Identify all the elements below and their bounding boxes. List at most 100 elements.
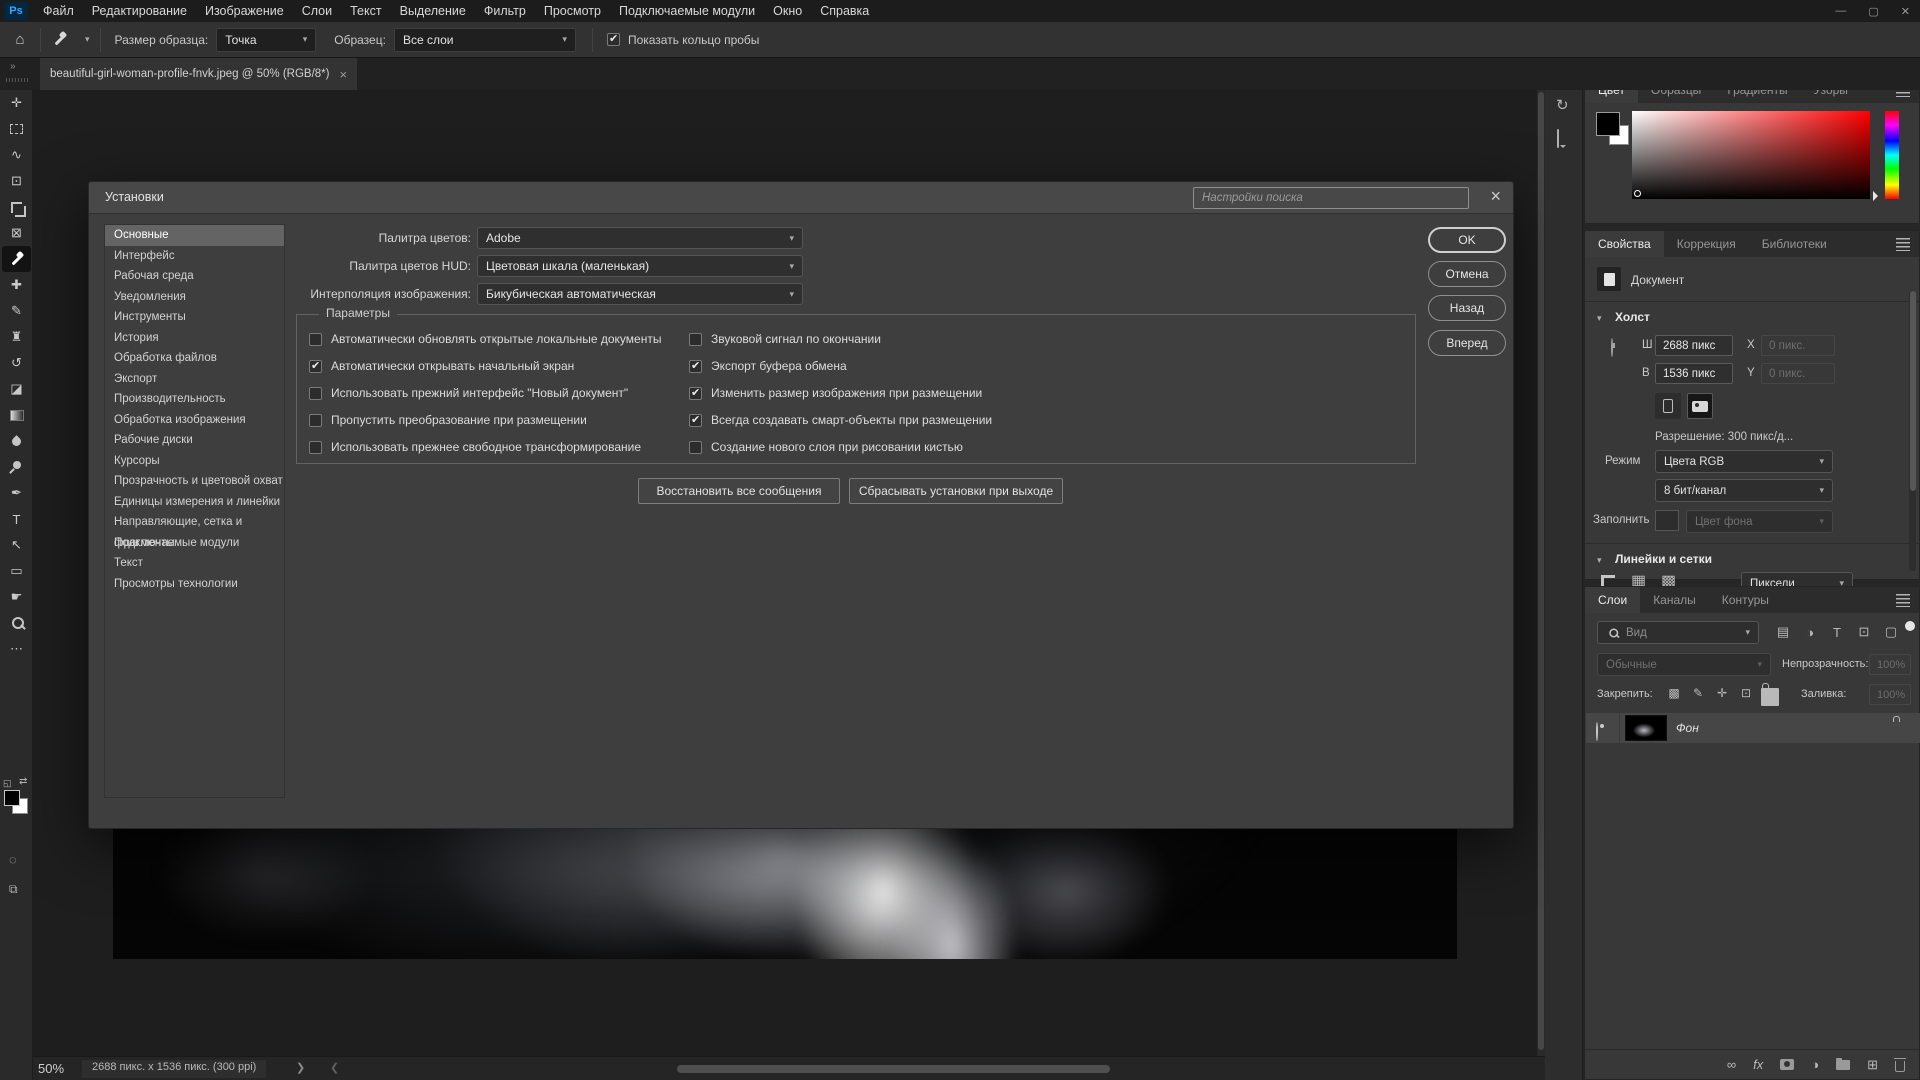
link-dimensions-icon[interactable] [1611, 338, 1613, 357]
quick-mask-icon[interactable]: ◌ [9, 852, 17, 867]
default-colors-icon[interactable]: ◱ [3, 778, 12, 789]
layer-filter-dropdown[interactable]: Вид ▾ [1597, 621, 1759, 644]
checkbox-cbcol-left-4[interactable] [309, 441, 322, 454]
panel-menu-icon[interactable] [1896, 238, 1910, 251]
checkbox-cbcol-left-2[interactable] [309, 387, 322, 400]
layer-row[interactable]: Фон [1586, 713, 1920, 743]
history-brush-tool[interactable]: ↺ [0, 350, 33, 376]
properties-panel-tab-2[interactable]: Библиотеки [1749, 231, 1840, 257]
crop-tool[interactable] [0, 194, 33, 220]
forward-button[interactable]: Вперед [1428, 330, 1506, 356]
delete-layer-icon[interactable] [1895, 1061, 1905, 1072]
sample-size-dropdown[interactable]: Точка▾ [216, 28, 316, 52]
eyedropper-tool[interactable] [2, 246, 31, 272]
menu-item-1[interactable]: Редактирование [83, 0, 196, 22]
minimize-button[interactable]: — [1835, 5, 1846, 17]
menu-item-5[interactable]: Выделение [391, 0, 475, 22]
zoom-level[interactable]: 50% [38, 1061, 64, 1076]
section-chevron-icon[interactable]: ▾ [1597, 555, 1602, 566]
preferences-category-11[interactable]: Курсоры [105, 451, 284, 472]
menu-item-7[interactable]: Просмотр [535, 0, 610, 22]
zoom-tool[interactable] [0, 610, 33, 636]
preferences-category-8[interactable]: Производительность [105, 389, 284, 410]
menu-item-4[interactable]: Текст [341, 0, 390, 22]
preferences-category-13[interactable]: Единицы измерения и линейки [105, 492, 284, 513]
eyedropper-preset-icon[interactable] [41, 32, 77, 47]
preferences-category-7[interactable]: Экспорт [105, 369, 284, 390]
lasso-tool[interactable]: ∿ [0, 142, 33, 168]
object-selection-tool[interactable]: ⊡ [0, 168, 33, 194]
checkbox-cbcol-right-3[interactable] [689, 414, 702, 427]
clone-stamp-tool[interactable]: ♜ [0, 324, 33, 350]
foreground-color-swatch[interactable] [4, 790, 20, 806]
lock-transparency-icon[interactable]: ▩ [1665, 684, 1683, 702]
menu-item-6[interactable]: Фильтр [475, 0, 535, 22]
sample-dropdown[interactable]: Все слои▾ [394, 28, 576, 52]
menu-item-2[interactable]: Изображение [196, 0, 293, 22]
lock-artboard-icon[interactable]: ⊡ [1737, 684, 1755, 702]
healing-brush-tool[interactable]: ✚ [0, 272, 33, 298]
layer-visibility-eye-icon[interactable] [1596, 722, 1598, 741]
gradient-tool[interactable] [0, 402, 33, 428]
preferences-category-6[interactable]: Обработка файлов [105, 348, 284, 369]
rectangle-tool[interactable]: ▭ [0, 558, 33, 584]
swap-colors-icon[interactable]: ⇄ [19, 776, 27, 787]
edit-toolbar[interactable]: ⋯ [0, 636, 33, 662]
properties-panel-tab-0[interactable]: Свойства [1585, 231, 1664, 257]
filter-pixel-layers-icon[interactable]: ▤ [1773, 623, 1793, 641]
section-chevron-icon[interactable]: ▾ [1597, 313, 1602, 324]
hue-slider[interactable] [1885, 111, 1899, 199]
blur-tool[interactable] [0, 428, 33, 454]
screen-mode-icon[interactable]: ⧉ [9, 882, 18, 897]
maximize-button[interactable]: ▢ [1868, 5, 1878, 18]
preferences-category-15[interactable]: Подключаемые модули [105, 533, 284, 554]
preferences-search-input[interactable] [1193, 187, 1469, 209]
add-mask-icon[interactable] [1780, 1059, 1794, 1070]
width-field[interactable]: 2688 пикс [1655, 335, 1733, 356]
move-tool[interactable]: ✛ [0, 90, 33, 116]
link-layers-icon[interactable]: ∞ [1727, 1057, 1736, 1072]
preferences-category-9[interactable]: Обработка изображения [105, 410, 284, 431]
layer-filter-toggle[interactable] [1905, 621, 1915, 631]
checkbox-cbcol-left-0[interactable] [309, 333, 322, 346]
back-button[interactable]: Назад [1428, 295, 1506, 321]
frame-tool[interactable]: ⊠ [0, 220, 33, 246]
filter-smart-objects-icon[interactable]: ▢ [1881, 623, 1901, 641]
chevron-down-icon[interactable]: ▾ [85, 34, 90, 45]
preferences-category-14[interactable]: Направляющие, сетка и фрагменты [105, 512, 284, 533]
layer-thumbnail[interactable] [1625, 715, 1667, 741]
menu-item-10[interactable]: Справка [811, 0, 878, 22]
layer-effects-icon[interactable]: fx [1753, 1057, 1763, 1072]
lock-paint-icon[interactable]: ✎ [1689, 684, 1707, 702]
menu-item-8[interactable]: Подключаемые модули [610, 0, 764, 22]
toolbar-grip[interactable] [6, 78, 28, 82]
menu-item-3[interactable]: Слои [293, 0, 341, 22]
ok-button[interactable]: OK [1428, 227, 1506, 253]
foreground-color-swatch[interactable] [1597, 113, 1619, 135]
dialog-close-icon[interactable]: × [1490, 186, 1501, 207]
dodge-tool[interactable] [0, 454, 33, 480]
color-mode-dropdown[interactable]: Цвета RGB▾ [1655, 450, 1833, 473]
preferences-category-12[interactable]: Прозрачность и цветовой охват [105, 471, 284, 492]
new-adjustment-layer-icon[interactable]: ◑ [1811, 1057, 1819, 1072]
landscape-orientation-button[interactable] [1687, 393, 1713, 419]
status-chevron-left-icon[interactable]: ❮ [330, 1061, 339, 1074]
show-sampling-ring-checkbox[interactable] [607, 33, 620, 46]
panel-scrollbar[interactable] [1909, 291, 1916, 571]
comments-panel-icon[interactable] [1557, 129, 1559, 148]
height-field[interactable]: 1536 пикс [1655, 363, 1733, 384]
properties-panel-tab-1[interactable]: Коррекция [1664, 231, 1749, 257]
preferences-category-10[interactable]: Рабочие диски [105, 430, 284, 451]
reset-messages-button[interactable]: Восстановить все сообщения [638, 478, 840, 504]
preferences-category-4[interactable]: Инструменты [105, 307, 284, 328]
hand-tool[interactable]: ☛ [0, 584, 33, 610]
lock-all-icon[interactable] [1761, 688, 1779, 706]
checkbox-cbcol-right-0[interactable] [689, 333, 702, 346]
checkbox-cbcol-right-2[interactable] [689, 387, 702, 400]
preferences-category-5[interactable]: История [105, 328, 284, 349]
bit-depth-dropdown[interactable]: 8 бит/канал▾ [1655, 479, 1833, 502]
close-window-button[interactable]: ✕ [1901, 5, 1910, 18]
preferences-category-16[interactable]: Текст [105, 553, 284, 574]
image-interpolation-dropdown[interactable]: Бикубическая автоматическая▾ [477, 283, 803, 305]
new-layer-icon[interactable]: ⊞ [1867, 1057, 1878, 1073]
